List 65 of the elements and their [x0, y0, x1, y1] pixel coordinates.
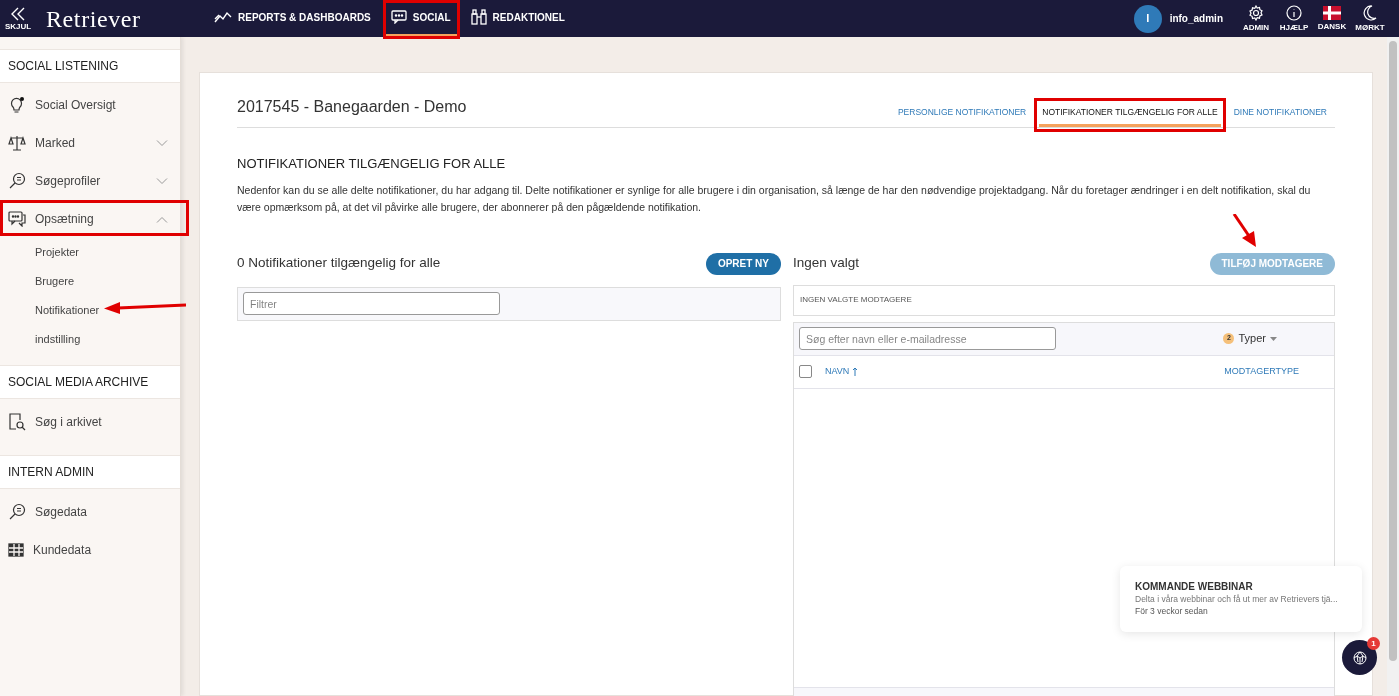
toast-text: Delta i våra webbinar och få ut mer av Retrievers tjä... — [1135, 593, 1339, 605]
gear-icon — [1248, 5, 1264, 21]
panel-title: 0 Notifikationer tilgængelig for alle — [237, 254, 441, 273]
create-button[interactable]: OPRET NY — [705, 252, 781, 275]
tab[interactable]: DINE NOTIFIKATIONER — [1230, 101, 1330, 127]
info-icon — [1286, 5, 1302, 21]
trend-chart-icon — [214, 10, 232, 24]
description-text: Nedenfor kan du se alle delte notifikationer, du har adgang til. Delte notifikationer er synlige for alle brugere i din organisation, så længe de har den nødvendige projektadgang. Når du foretager ændringer i en delt notifikation, skal du være opmærksom på, at det vil påvirke alle brugere, der abonnerer på den pågældende notifikation. — [237, 182, 1312, 215]
section-heading: NOTIFIKATIONER TILGÆNGELIG FOR ALLE — [237, 155, 507, 173]
section-header: INTERN ADMIN — [0, 455, 180, 489]
toolbar-button[interactable]: MØRKT — [1351, 5, 1389, 32]
toast-time: För 3 veckor sedan — [1135, 605, 1209, 617]
column-header[interactable]: NAVN — [825, 364, 859, 379]
notification-toast[interactable]: KOMMANDE WEBBINAR Delta i våra webbinar och få ut mer av Retrievers tjä... För 3 veckor sedan — [1120, 566, 1362, 632]
nav-tab[interactable]: REPORTS & DASHBOARDS — [208, 0, 377, 37]
binoculars-icon — [470, 9, 487, 25]
sort-arrow-icon — [852, 367, 859, 376]
sidebar-item[interactable]: Marked — [0, 124, 180, 162]
scrollbar[interactable] — [1387, 37, 1399, 696]
table-icon — [8, 543, 24, 557]
document-search-icon — [8, 413, 26, 431]
search-field[interactable]: Søg efter navn eller e-mailadresse — [799, 327, 1056, 350]
select-all-checkbox[interactable] — [799, 365, 812, 378]
types-dropdown[interactable]: Typer — [1238, 330, 1277, 347]
collapse-icon — [11, 6, 25, 21]
sidebar-item[interactable]: Opsætning — [0, 200, 180, 238]
sidebar-subitem[interactable]: indstilling — [0, 325, 180, 354]
toolbar-button[interactable]: ADMIN — [1237, 5, 1275, 32]
sidebar-subitem[interactable]: Notifikationer — [0, 296, 180, 325]
sidebar-item[interactable]: Søg i arkivet — [0, 403, 180, 441]
sidebar-subitem[interactable]: Brugere — [0, 267, 180, 296]
nav-tab[interactable]: SOCIAL — [384, 0, 457, 37]
filter-field[interactable]: Filtrer — [243, 292, 500, 315]
sidebar-item[interactable]: Søgeprofiler — [0, 162, 180, 200]
flag-icon — [1323, 6, 1341, 20]
toolbar-button[interactable]: DANSK — [1313, 6, 1351, 31]
logo[interactable]: Retriever — [46, 0, 196, 37]
section-header: SOCIAL MEDIA ARCHIVE — [0, 365, 180, 399]
moon-icon — [1363, 5, 1377, 21]
chat-bubble-icon — [390, 10, 407, 24]
chat-icon — [1352, 650, 1367, 665]
column-header[interactable]: MODTAGERTYPE — [1224, 364, 1299, 379]
tab[interactable]: NOTIFIKATIONER TILGÆNGELIG FOR ALLE — [1039, 101, 1221, 127]
panel-title: Ingen valgt — [793, 254, 860, 273]
sidebar-subitem[interactable]: Projekter — [0, 238, 180, 267]
sidebar-item[interactable]: Social Oversigt — [0, 86, 180, 124]
nav-tab[interactable]: REDAKTIONEL — [464, 0, 571, 37]
search-icon — [8, 172, 26, 190]
sidebar-item[interactable]: Kundedata — [0, 531, 180, 569]
collapse-button[interactable]: SKJUL — [0, 6, 36, 31]
scales-icon — [8, 134, 26, 152]
chat-bubble-icon — [8, 211, 26, 227]
search-icon — [8, 503, 26, 521]
toolbar-button[interactable]: HJÆLP — [1275, 5, 1313, 32]
tab[interactable]: PERSONLIGE NOTIFIKATIONER — [894, 101, 1030, 127]
section-header: SOCIAL LISTENING — [0, 49, 180, 83]
toast-title: KOMMANDE WEBBINAR — [1135, 580, 1254, 593]
recipients-box: INGEN VALGTE MODTAGERE — [793, 284, 1335, 316]
lightbulb-icon — [8, 96, 26, 114]
user-name[interactable]: info_admin — [1169, 11, 1223, 26]
user-avatar[interactable]: I — [1133, 4, 1162, 33]
caret-icon — [1270, 336, 1277, 341]
annotation-arrow — [1232, 214, 1258, 248]
page-title: 2017545 - Banegaarden - Demo — [237, 97, 468, 117]
sidebar-item[interactable]: Søgedata — [0, 493, 180, 531]
